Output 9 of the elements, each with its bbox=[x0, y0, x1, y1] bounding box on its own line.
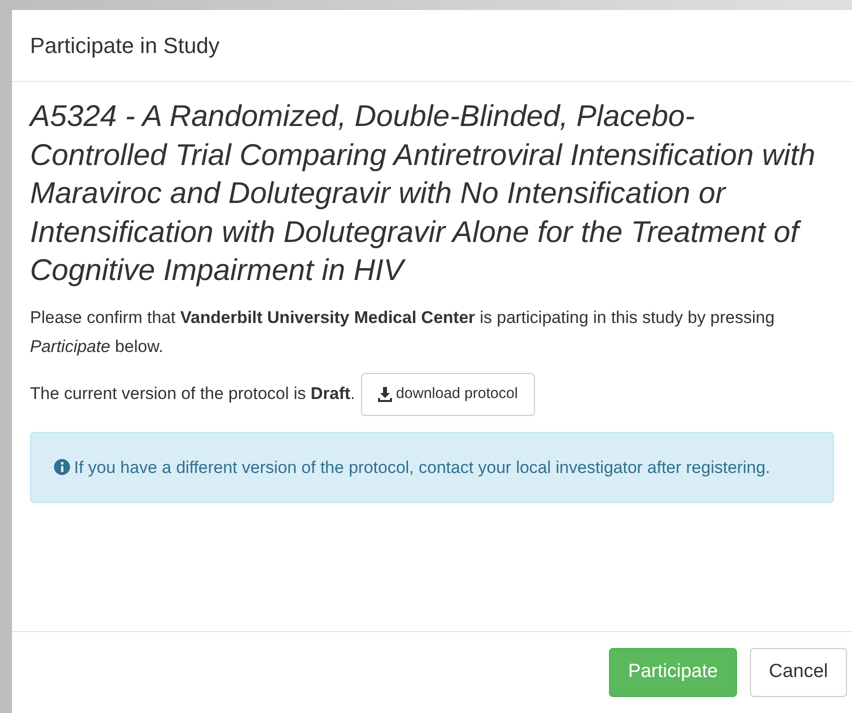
study-title: A5324 - A Randomized, Double-Blinded, Placebo-Controlled Trial Comparing Antiretroviral Intensification with Maraviroc and Dolutegravir with No Intensification or Intensification with Dolutegravir Alone for the Treatment of Cognitive Impairment in HIV bbox=[30, 99, 816, 289]
download-button[interactable]: download protocol bbox=[361, 372, 535, 416]
confirm-text: Please confirm that Vanderbilt University Medical Center is participating in this study by pressing Participate below. bbox=[30, 306, 776, 358]
download-icon bbox=[378, 386, 392, 402]
cancel-button[interactable]: Cancel bbox=[750, 648, 847, 697]
dialog-title: Participate in Study bbox=[30, 32, 220, 60]
version-text: The current version of the protocol is Draft. bbox=[30, 383, 356, 406]
info-icon bbox=[54, 458, 70, 474]
info-text: If you have a different version of the protocol, contact your local investigator after registering. bbox=[54, 452, 810, 482]
